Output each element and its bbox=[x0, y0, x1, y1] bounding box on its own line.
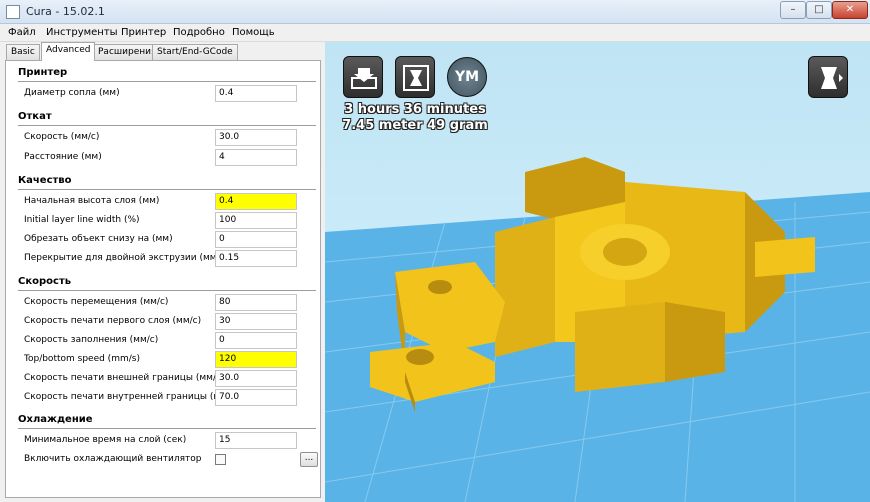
field-label-top-bottom-speed: Top/bottom speed (mm/s) bbox=[24, 354, 140, 364]
section-divider bbox=[18, 290, 316, 291]
tab-basic[interactable]: Basic bbox=[6, 44, 40, 60]
settings-form: Принтер Диаметр сопла (мм) 0.4 Откат Ско… bbox=[5, 60, 321, 498]
field-label-infill-speed: Скорость заполнения (мм/с) bbox=[24, 335, 159, 345]
3d-viewport[interactable]: YM 3 hours 36 minutes 7.45 meter 49 gram bbox=[325, 42, 870, 502]
initial-line-width-input[interactable]: 100 bbox=[215, 212, 297, 229]
field-label-retraction-distance: Расстояние (мм) bbox=[24, 152, 102, 162]
outer-shell-speed-input[interactable]: 30.0 bbox=[215, 370, 297, 387]
close-button[interactable]: ✕ bbox=[832, 1, 868, 19]
initial-layer-height-input[interactable]: 0.4 bbox=[215, 193, 297, 210]
field-label-nozzle-size: Диаметр сопла (мм) bbox=[24, 88, 120, 98]
dual-extrusion-overlap-input[interactable]: 0.15 bbox=[215, 250, 297, 267]
tab-advanced[interactable]: Advanced bbox=[41, 42, 96, 61]
maximize-button[interactable]: □ bbox=[806, 1, 832, 19]
tab-start-end-gcode[interactable]: Start/End-GCode bbox=[152, 44, 238, 60]
print-time: 3 hours 36 minutes bbox=[344, 102, 486, 117]
section-title-speed: Скорость bbox=[18, 276, 72, 287]
cut-off-bottom-input[interactable]: 0 bbox=[215, 231, 297, 248]
load-icon bbox=[351, 68, 377, 89]
section-divider bbox=[18, 189, 316, 190]
nozzle-size-input[interactable]: 0.4 bbox=[215, 85, 297, 102]
section-title-quality: Качество bbox=[18, 175, 72, 186]
window-title: Cura - 15.02.1 bbox=[26, 5, 105, 18]
app-icon bbox=[6, 5, 20, 19]
field-label-bottom-layer-speed: Скорость печати первого слоя (мм/с) bbox=[24, 316, 202, 326]
top-bottom-speed-input[interactable]: 120 bbox=[215, 351, 297, 368]
field-label-retraction-speed: Скорость (мм/с) bbox=[24, 132, 100, 142]
view-mode-button[interactable] bbox=[808, 56, 848, 98]
print-icon bbox=[403, 65, 429, 91]
menu-tools[interactable]: Инструменты bbox=[46, 27, 118, 38]
field-label-initial-layer-height: Начальная высота слоя (мм) bbox=[24, 196, 160, 206]
infill-speed-input[interactable]: 0 bbox=[215, 332, 297, 349]
inner-shell-speed-input[interactable]: 70.0 bbox=[215, 389, 297, 406]
field-label-cooling-fan: Включить охлаждающий вентилятор bbox=[24, 454, 202, 464]
print-button[interactable] bbox=[395, 56, 435, 98]
minimize-button[interactable]: – bbox=[780, 1, 806, 19]
section-divider bbox=[18, 125, 316, 126]
field-label-initial-line-width: Initial layer line width (%) bbox=[24, 215, 140, 225]
settings-panel: Basic Advanced Расширения Start/End-GCod… bbox=[0, 42, 325, 502]
section-title-printer: Принтер bbox=[18, 67, 68, 78]
menu-file[interactable]: Файл bbox=[8, 27, 36, 38]
field-label-cut-off-bottom: Обрезать объект снизу на (мм) bbox=[24, 234, 173, 244]
field-label-dual-extrusion-overlap: Перекрытие для двойной экструзии (мм) bbox=[24, 253, 221, 263]
retraction-distance-input[interactable]: 4 bbox=[215, 149, 297, 166]
field-label-min-layer-time: Минимальное время на слой (сек) bbox=[24, 435, 187, 445]
view-mode-icon bbox=[821, 67, 843, 89]
title-bar: Cura - 15.02.1 – □ ✕ bbox=[0, 0, 870, 24]
field-label-inner-shell-speed: Скорость печати внутренней границы (мм/с… bbox=[24, 392, 239, 402]
min-layer-time-input[interactable]: 15 bbox=[215, 432, 297, 449]
youmagine-button[interactable]: YM bbox=[447, 57, 487, 97]
field-label-travel-speed: Скорость перемещения (мм/с) bbox=[24, 297, 169, 307]
travel-speed-input[interactable]: 80 bbox=[215, 294, 297, 311]
bottom-layer-speed-input[interactable]: 30 bbox=[215, 313, 297, 330]
cooling-fan-checkbox[interactable] bbox=[215, 454, 226, 465]
menu-printer[interactable]: Принтер bbox=[121, 27, 166, 38]
material-usage: 7.45 meter 49 gram bbox=[342, 118, 488, 133]
section-divider bbox=[18, 428, 316, 429]
load-model-button[interactable] bbox=[343, 56, 383, 98]
section-title-cooling: Охлаждение bbox=[18, 414, 93, 425]
menu-bar: Файл Инструменты Принтер Подробно Помощь bbox=[0, 24, 870, 42]
field-label-outer-shell-speed: Скорость печати внешней границы (мм/с) bbox=[24, 373, 225, 383]
section-divider bbox=[18, 81, 316, 82]
menu-advanced[interactable]: Подробно bbox=[173, 27, 225, 38]
fan-settings-button[interactable]: ... bbox=[300, 452, 318, 467]
retraction-speed-input[interactable]: 30.0 bbox=[215, 129, 297, 146]
section-title-retraction: Откат bbox=[18, 111, 52, 122]
menu-help[interactable]: Помощь bbox=[232, 27, 275, 38]
